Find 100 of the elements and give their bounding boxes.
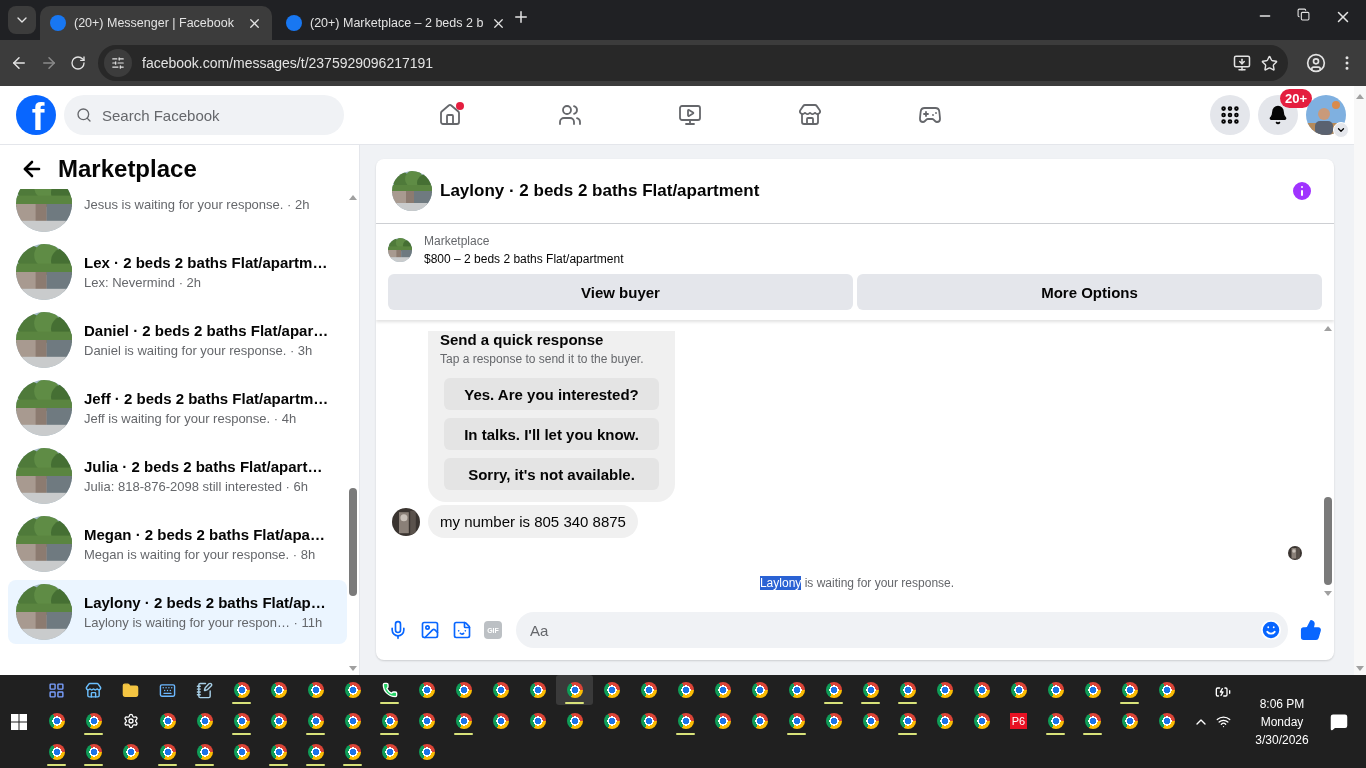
action-button[interactable]: View buyer xyxy=(388,274,853,310)
scrollbar-thumb[interactable] xyxy=(1324,497,1332,585)
conversation-item[interactable]: Lex · 2 beds 2 baths Flat/apartm… Lex: Nevermind · 2h xyxy=(8,240,347,304)
microphone-icon[interactable] xyxy=(388,620,408,640)
reload-icon[interactable] xyxy=(70,55,86,71)
scroll-down-icon[interactable] xyxy=(1324,591,1332,596)
browser-tab[interactable]: (20+) Messenger | Facebook xyxy=(40,6,272,40)
conversation-item[interactable]: Julia · 2 beds 2 baths Flat/apart… Julia: 818-876-2098 still interested · 6h xyxy=(8,444,347,508)
chrome-icon xyxy=(344,713,361,729)
chrome-icon xyxy=(973,682,990,698)
forward-icon[interactable] xyxy=(40,54,58,72)
chrome-icon xyxy=(418,744,435,760)
chrome-icon xyxy=(270,744,287,760)
search-bar[interactable]: Search Facebook xyxy=(64,95,344,135)
restore-icon[interactable] xyxy=(1297,7,1310,21)
chrome-icon xyxy=(196,744,213,760)
chrome-icon xyxy=(603,682,620,698)
bookmark-icon[interactable] xyxy=(1261,54,1278,72)
scroll-up-icon[interactable] xyxy=(349,195,357,200)
conversation-title: Daniel · 2 beds 2 baths Flat/apar… xyxy=(84,322,329,339)
chrome-icon xyxy=(455,713,472,729)
conversation-title: Megan · 2 beds 2 baths Flat/apa… xyxy=(84,526,325,543)
app-icon: P6 xyxy=(1009,713,1028,729)
new-tab-icon[interactable] xyxy=(512,8,530,26)
back-icon[interactable] xyxy=(10,54,28,72)
chrome-icon xyxy=(1047,682,1064,698)
sticker-icon[interactable] xyxy=(452,620,472,640)
people-icon xyxy=(558,103,582,127)
conversation-item[interactable]: Laylony · 2 beds 2 baths Flat/ap… Laylony is waiting for your respon… · 11h xyxy=(8,580,347,644)
browser-tab[interactable]: (20+) Marketplace – 2 beds 2 b xyxy=(276,6,508,40)
chrome-icon xyxy=(825,682,842,698)
chrome-icon xyxy=(1047,713,1064,729)
store-icon xyxy=(798,103,822,127)
app-icon xyxy=(48,681,65,699)
chrome-icon xyxy=(270,713,287,729)
settings-icon xyxy=(122,713,139,729)
tab-search-button[interactable] xyxy=(8,6,36,34)
action-button[interactable]: More Options xyxy=(857,274,1322,310)
chat-title: Laylony · 2 beds 2 baths Flat/apartment xyxy=(440,181,760,201)
chrome-icon xyxy=(85,744,102,760)
composer-bar[interactable]: Aa xyxy=(516,612,1288,648)
chrome-icon xyxy=(1158,682,1175,698)
quick-reply-button[interactable]: In talks. I'll let you know. xyxy=(444,418,659,450)
search-field[interactable]: Search Facebook xyxy=(100,105,304,125)
chrome-icon xyxy=(381,744,398,760)
conversation-item[interactable]: Jeff · 2 beds 2 baths Flat/apartm… Jeff is waiting for your response. · 4h xyxy=(8,376,347,440)
profile-icon[interactable] xyxy=(1306,53,1326,73)
chrome-icon xyxy=(344,682,361,698)
chrome-icon xyxy=(640,682,657,698)
chrome-icon xyxy=(899,713,916,729)
conversation-item[interactable]: Daniel · 2 beds 2 baths Flat/apar… Daniel is waiting for your response. · 3h xyxy=(8,308,347,372)
quick-reply-button[interactable]: Yes. Are you interested? xyxy=(444,378,659,410)
emoji-icon[interactable] xyxy=(1260,619,1282,641)
chrome-icon xyxy=(1121,713,1138,729)
message-field[interactable]: Aa xyxy=(528,620,1260,640)
chrome-icon xyxy=(566,682,583,698)
chrome-icon xyxy=(1084,713,1101,729)
wifi-icon[interactable] xyxy=(1215,714,1231,729)
site-settings-icon[interactable] xyxy=(104,49,132,77)
chrome-icon xyxy=(307,713,324,729)
taskbar-item[interactable] xyxy=(556,675,593,705)
chrome-icon xyxy=(270,682,287,698)
notifications-icon[interactable] xyxy=(1330,712,1348,731)
install-icon[interactable] xyxy=(1233,54,1251,72)
notepad-icon xyxy=(196,681,213,699)
address-bar[interactable]: facebook.com/messages/t/2375929096217191 xyxy=(98,45,1288,81)
scroll-up-icon[interactable] xyxy=(1324,326,1332,331)
quick-response-title: Send a quick response xyxy=(440,331,605,348)
chrome-icon xyxy=(825,713,842,729)
keyboard-icon xyxy=(159,681,176,699)
conversation-preview: Jesus is waiting for your response. · 2h xyxy=(84,196,310,212)
chrome-icon xyxy=(1010,682,1027,698)
chrome-icon xyxy=(48,713,65,729)
logo[interactable]: f xyxy=(16,95,56,135)
chrome-icon xyxy=(566,713,583,729)
conversation-item[interactable]: Jesus is waiting for your response. · 2h xyxy=(8,189,347,236)
conversation-preview: Julia: 818-876-2098 still interested · 6h xyxy=(84,479,310,494)
clock[interactable]: 8:06 PM Monday 3/30/2026 xyxy=(1242,696,1322,747)
quick-reply-button[interactable]: Sorry, it's not available. xyxy=(444,458,659,490)
chrome-icon xyxy=(1158,713,1175,729)
conversation-preview: Daniel is waiting for your response. · 3h xyxy=(84,343,314,358)
chevron-icon[interactable] xyxy=(1333,122,1349,138)
info-icon[interactable] xyxy=(1290,179,1314,203)
search-icon xyxy=(76,107,92,123)
conversation-preview: Lex: Nevermind · 2h xyxy=(84,275,203,290)
chrome-icon xyxy=(307,682,324,698)
menu-button[interactable] xyxy=(1210,95,1250,135)
chrome-icon xyxy=(492,713,509,729)
chrome-icon xyxy=(862,713,879,729)
conversation-item[interactable]: Megan · 2 beds 2 baths Flat/apa… Megan is waiting for your response. · 8h xyxy=(8,512,347,576)
conversation-preview: Megan is waiting for your response. · 8h xyxy=(84,547,317,562)
message-bubble: my number is 805 340 8875 xyxy=(428,505,638,538)
scrollbar-thumb[interactable] xyxy=(349,488,357,596)
conversation-title: Lex · 2 beds 2 baths Flat/apartm… xyxy=(84,254,328,271)
listing-source: Marketplace xyxy=(424,234,491,248)
bell-icon xyxy=(1268,105,1288,125)
chrome-icon xyxy=(492,682,509,698)
thumbs-up-icon[interactable] xyxy=(1300,619,1322,641)
image-icon[interactable] xyxy=(420,620,440,640)
taskbar-item[interactable]: P6 xyxy=(1000,706,1037,736)
